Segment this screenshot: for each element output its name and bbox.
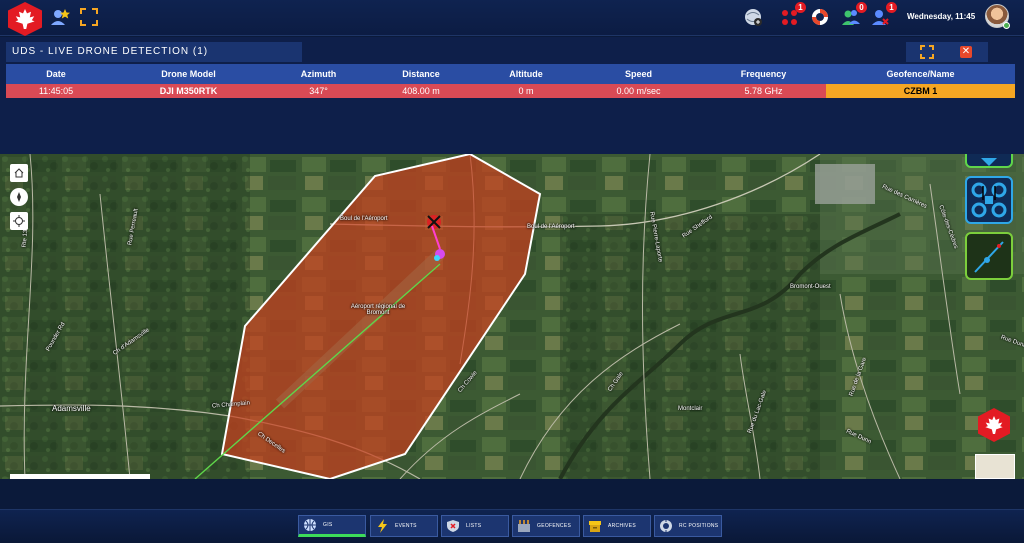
nav-lists-button[interactable]: LISTS [441, 515, 509, 537]
maple-leaf-icon [985, 416, 1003, 434]
column-header-speed[interactable]: Speed [576, 64, 701, 84]
overview-minimap[interactable] [975, 454, 1015, 479]
favorites-button[interactable] [49, 6, 71, 28]
cell-distance: 408.00 m [402, 86, 440, 96]
map-label-road: Boul de l'Aéroport [527, 224, 575, 230]
maple-leaf-icon [15, 9, 35, 29]
user-star-icon [51, 9, 70, 25]
column-header-altitude[interactable]: Altitude [476, 64, 576, 84]
alerts-badge: 1 [795, 2, 806, 13]
globe-sync-icon [745, 9, 762, 26]
rc-position-icon [659, 519, 673, 533]
map-compass-button[interactable] [10, 188, 28, 206]
home-icon [14, 168, 24, 178]
trajectory-icon [974, 241, 1004, 273]
requests-badge: 1 [886, 2, 897, 13]
map-label-town: Adamsville [52, 404, 91, 413]
table-header: Date Drone Model Azimuth Distance Altitu… [6, 64, 1015, 84]
nav-geofences-button[interactable]: GEOFENCES [512, 515, 580, 537]
requests-button[interactable]: 1 [870, 2, 897, 28]
cell-date: 11:45:05 [38, 86, 74, 96]
panel-maximize-button[interactable] [920, 45, 934, 59]
nav-events-label: EVENTS [395, 523, 417, 529]
nav-rc-positions-button[interactable]: RC POSITIONS [654, 515, 722, 537]
shield-icon [446, 519, 460, 533]
cell-altitude: 0 m [518, 86, 534, 96]
drone-track-button[interactable] [965, 232, 1013, 280]
top-bar: 1 0 1 Wednesday, 11:45 [0, 0, 1024, 36]
map-label-airport: Aéroport régional de Bromont [350, 304, 406, 316]
cell-frequency: 5.78 GHz [744, 86, 783, 96]
cell-drone-model: DJI M350RTK [159, 86, 218, 96]
cell-azimuth: 347° [309, 86, 328, 96]
quadcopter-icon [971, 182, 1007, 218]
lifebuoy-icon [812, 9, 828, 25]
fullscreen-button[interactable] [78, 6, 100, 28]
column-header-geofence[interactable]: Geofence/Name [826, 64, 1015, 84]
app-logo [8, 2, 42, 36]
fullscreen-icon [80, 8, 98, 26]
nav-geofences-label: GEOFENCES [537, 523, 572, 529]
alerts-button[interactable]: 1 [779, 2, 806, 28]
drone-select-button[interactable] [965, 176, 1013, 224]
lightning-icon [375, 519, 389, 533]
column-header-distance[interactable]: Distance [366, 64, 476, 84]
table-row[interactable]: 11:45:05 DJI M350RTK 347° 408.00 m 0 m 0… [6, 84, 1015, 98]
nav-rc-positions-label: RC POSITIONS [679, 523, 719, 529]
users-button[interactable]: 0 [840, 2, 867, 28]
crosshair-icon [13, 215, 25, 227]
drone-mode-button-top[interactable] [965, 154, 1013, 168]
panel-title: UDS - LIVE DRONE DETECTION (1) [12, 46, 209, 57]
map-imagery [0, 154, 1024, 479]
nav-archives-label: ARCHIVES [608, 523, 636, 529]
panel-close-button[interactable]: ✕ [960, 46, 972, 58]
column-header-date[interactable]: Date [6, 64, 106, 84]
panel-scrollbar[interactable] [1016, 64, 1024, 154]
geofence-icon [517, 519, 531, 533]
footer-spacer [0, 479, 1024, 509]
column-header-drone-model[interactable]: Drone Model [106, 64, 271, 84]
map-home-button[interactable] [10, 164, 28, 182]
archive-box-icon [588, 519, 602, 533]
drone-arrow-icon [981, 158, 997, 166]
map-locate-button[interactable] [10, 212, 28, 230]
panel-controls: ✕ [906, 42, 988, 62]
panel-header: UDS - LIVE DRONE DETECTION (1) [6, 42, 302, 62]
nav-events-button[interactable]: EVENTS [370, 515, 438, 537]
bottom-navigation: GIS EVENTS LISTS GEOFENCES ARCHIVES RC P… [0, 509, 1024, 543]
map-label-area: Bromont-Ouest [790, 284, 831, 290]
compass-icon [17, 192, 21, 202]
column-header-azimuth[interactable]: Azimuth [271, 64, 366, 84]
globe-icon [303, 518, 317, 532]
users-badge: 0 [856, 2, 867, 13]
nav-gis-button[interactable]: GIS [298, 515, 366, 537]
map-label-area: Montclair [678, 406, 703, 412]
online-status-indicator [1003, 22, 1010, 29]
nav-archives-button[interactable]: ARCHIVES [583, 515, 651, 537]
map-label-road: Boul de l'Aéroport [340, 216, 388, 222]
current-datetime: Wednesday, 11:45 [907, 12, 976, 21]
satellite-map[interactable]: Boul de l'Aéroport Boul de l'Aéroport Aé… [0, 154, 1024, 479]
cell-speed: 0.00 m/sec [616, 86, 661, 96]
nav-gis-label: GIS [323, 522, 333, 528]
support-button[interactable] [809, 6, 831, 28]
cell-geofence: CZBM 1 [826, 84, 1015, 98]
column-header-frequency[interactable]: Frequency [701, 64, 826, 84]
live-detection-panel: UDS - LIVE DRONE DETECTION (1) ✕ Date Dr… [0, 37, 1024, 154]
map-layers-button[interactable] [742, 6, 764, 28]
nav-lists-label: LISTS [466, 523, 482, 529]
app-root: 1 0 1 Wednesday, 11:45 UDS - LIVE DRONE … [0, 0, 1024, 543]
detection-table: Date Drone Model Azimuth Distance Altitu… [6, 64, 1015, 98]
